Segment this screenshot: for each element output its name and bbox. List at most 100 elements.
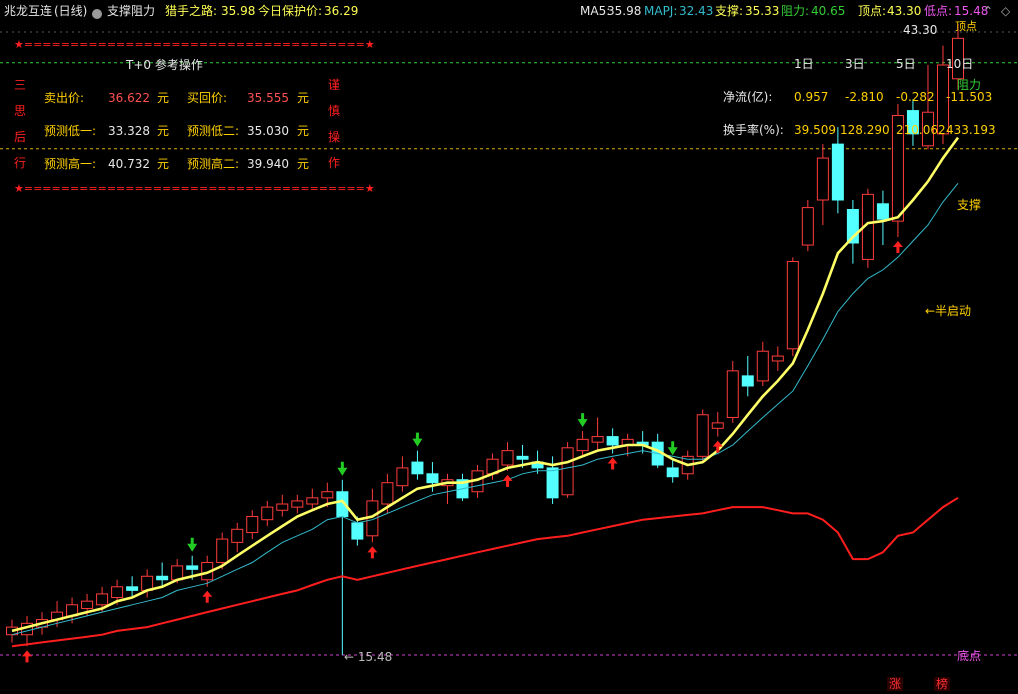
up-arrow-icon — [367, 546, 378, 559]
candle-body-up — [81, 600, 94, 609]
candle — [261, 500, 274, 527]
low2-value: 35.030 — [247, 124, 289, 138]
panel-right-vertical-2: 慎 — [328, 104, 341, 118]
panel-right-vertical-4: 作 — [328, 156, 341, 170]
down-arrow-icon — [667, 441, 678, 456]
candle-body-up — [246, 516, 259, 534]
candle — [741, 356, 754, 397]
candle-body-up — [726, 370, 739, 418]
candle — [831, 127, 844, 214]
candle-body-up — [216, 538, 229, 563]
candle-body-down — [411, 461, 424, 475]
candle-body-up — [816, 157, 829, 201]
panel-left-vertical-4: 行 — [14, 156, 27, 170]
net-flow-3: -0.282 — [896, 90, 935, 104]
net-flow-2: -2.810 — [845, 90, 884, 104]
bottom-annotation: 底点 — [957, 649, 982, 663]
buy-value: 35.555 — [247, 91, 289, 105]
net-flow-label: 净流(亿): — [723, 90, 773, 104]
candle — [276, 494, 289, 517]
candle-body-up — [591, 436, 604, 443]
high2-unit: 元 — [297, 157, 310, 171]
turnover-2: 128.290 — [840, 123, 890, 137]
low2-unit: 元 — [297, 124, 310, 138]
candle-body-up — [696, 414, 709, 457]
candle — [786, 257, 799, 357]
top-price-label: 43.30 — [903, 23, 938, 37]
net-flow-4: -11.503 — [946, 90, 993, 104]
panel-left-vertical-2: 思 — [14, 104, 27, 118]
candle — [666, 459, 679, 483]
candle — [591, 417, 604, 451]
high1-value: 40.732 — [108, 157, 150, 171]
candle-body-down — [831, 143, 844, 201]
candle-body-up — [306, 497, 319, 505]
candle-body-down — [516, 455, 529, 460]
candle-body-up — [786, 261, 799, 350]
high1-label: 预测高一: — [44, 157, 97, 171]
support-annotation: 支撑 — [957, 198, 982, 212]
bang-badge[interactable]: 榜 — [934, 677, 951, 691]
candle-body-down — [606, 436, 619, 446]
up-arrow-icon — [892, 240, 903, 253]
candle — [246, 510, 259, 540]
candle-body-down — [351, 522, 364, 540]
flow-period-3: 5日 — [896, 57, 916, 71]
up-arrow-icon — [712, 440, 723, 453]
candle-body-up — [231, 528, 244, 543]
panel-stars-bottom: ★=====================================★ — [14, 182, 375, 195]
up-arrow-icon — [202, 590, 213, 603]
candle — [306, 488, 319, 511]
ma5-yellow-line — [11, 136, 960, 633]
up-arrow-icon — [22, 650, 33, 663]
down-arrow-icon — [412, 432, 423, 447]
low1-unit: 元 — [157, 124, 170, 138]
candle-body-up — [291, 500, 304, 508]
candle — [396, 456, 409, 492]
candle-body-up — [756, 350, 769, 382]
candle — [726, 360, 739, 423]
candle-body-down — [156, 575, 169, 581]
sell-label: 卖出价: — [44, 91, 85, 105]
turnover-label: 换手率(%): — [723, 123, 784, 137]
sell-unit: 元 — [157, 91, 170, 105]
candle-body-down — [546, 467, 559, 499]
panel-left-vertical-3: 后 — [14, 130, 27, 144]
zhang-badge[interactable]: 涨 — [887, 677, 904, 691]
low1-value: 33.328 — [108, 124, 150, 138]
high2-value: 39.940 — [247, 157, 289, 171]
candle — [816, 144, 829, 226]
down-arrow-icon — [337, 461, 348, 476]
candle-body-up — [771, 355, 784, 362]
flow-period-4: 10日 — [946, 57, 974, 71]
turnover-4: 433.193 — [946, 123, 996, 137]
candle-body-up — [276, 503, 289, 511]
candle-body-down — [426, 473, 439, 484]
low1-label: 预测低一: — [44, 124, 97, 138]
red-support-line — [11, 496, 959, 648]
candle-body-up — [381, 482, 394, 505]
low-price-label: ← 15.48 — [344, 650, 393, 664]
candle — [801, 200, 814, 252]
up-arrow-icon — [607, 457, 618, 470]
candle-body-down — [741, 375, 754, 387]
candle — [561, 442, 574, 498]
candle — [756, 341, 769, 386]
candle-body-up — [561, 447, 574, 496]
flow-period-2: 3日 — [845, 57, 865, 71]
candle — [456, 473, 469, 501]
candle — [411, 450, 424, 480]
low-price-value: 15.48 — [357, 650, 393, 664]
half-start-annotation: ←半启动 — [925, 304, 972, 318]
high2-label: 预测高二: — [187, 157, 240, 171]
candle-body-down — [186, 565, 199, 570]
high1-unit: 元 — [157, 157, 170, 171]
candle — [231, 522, 244, 553]
down-arrow-icon — [577, 413, 588, 428]
mapj-line — [11, 182, 959, 636]
price-chart[interactable] — [0, 0, 1018, 694]
candle-body-up — [111, 586, 124, 599]
candle-body-down — [126, 586, 139, 591]
low2-label: 预测低二: — [187, 124, 240, 138]
candle-body-down — [876, 203, 889, 220]
